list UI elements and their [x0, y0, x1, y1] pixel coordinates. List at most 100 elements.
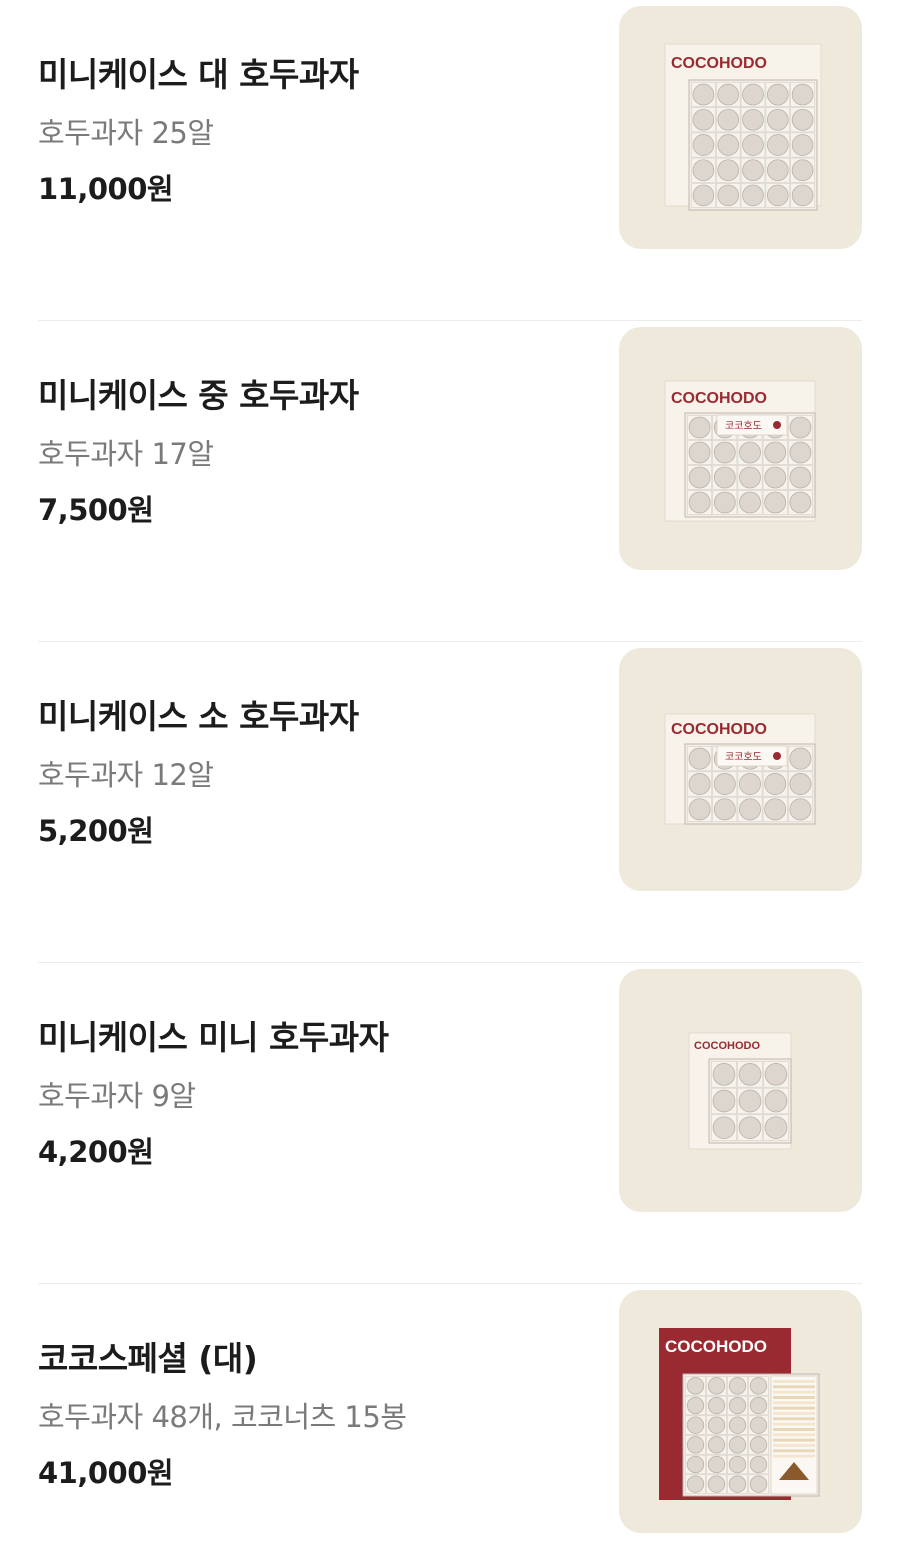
walnut-cake: [712, 1116, 736, 1139]
walnut-cake: [707, 1455, 726, 1474]
walnut-cake: [688, 491, 711, 514]
walnut-cake: [791, 83, 814, 106]
walnut-cake: [739, 491, 761, 514]
walnut-cake: [688, 416, 711, 439]
walnut-cake: [742, 184, 764, 207]
item-description: 호두과자 17알: [38, 437, 214, 471]
coconuts-bag: [773, 1422, 815, 1426]
item-price: 5,200원: [38, 814, 154, 848]
walnut-cake: [713, 491, 736, 514]
item-price: 41,000원: [38, 1456, 174, 1490]
coconuts-bag: [773, 1412, 815, 1415]
menu-list: 미니케이스 대 호두과자 호두과자 25알 11,000원 COCOHODO 미…: [0, 0, 900, 1560]
walnut-cake: [728, 1416, 747, 1434]
walnut-cake: [738, 1063, 762, 1086]
item-description: 호두과자 12알: [38, 758, 214, 792]
walnut-cake: [713, 798, 736, 821]
walnut-cake: [791, 184, 814, 207]
box-label: 코코호도: [725, 420, 762, 432]
item-name: 미니케이스 미니 호두과자: [38, 1018, 389, 1057]
coconuts-bag: [773, 1380, 815, 1383]
walnut-cake: [739, 441, 761, 464]
walnut-cake: [717, 108, 740, 131]
walnut-cake: [686, 1416, 705, 1434]
product-image[interactable]: COCOHODO: [619, 969, 862, 1212]
walnut-cake: [764, 1063, 788, 1086]
walnut-cake: [739, 773, 761, 795]
walnut-cake: [764, 441, 787, 464]
item-name: 코코스페셜 (대): [38, 1339, 258, 1378]
coconuts-bag: [773, 1406, 815, 1410]
walnut-cake: [688, 773, 711, 795]
walnut-cake: [791, 134, 814, 156]
walnut-cake: [789, 466, 812, 489]
product-box-illustration: COCOHODO 코코호도: [664, 713, 816, 825]
menu-item-coco-special-large[interactable]: 코코스페셜 (대) 호두과자 48개, 코코너츠 15봉 41,000원 COC…: [0, 1284, 900, 1560]
walnut-cake: [766, 108, 789, 131]
walnut-cake: [789, 441, 812, 464]
walnut-cake: [728, 1377, 747, 1395]
walnut-cake: [707, 1416, 726, 1434]
menu-item-small-case[interactable]: 미니케이스 소 호두과자 호두과자 12알 5,200원 COCOHODO 코코…: [0, 642, 900, 963]
coconuts-bag: [773, 1396, 815, 1399]
brand-logo: COCOHODO: [671, 55, 767, 72]
walnut-cake: [742, 83, 764, 106]
walnut-cake: [749, 1436, 768, 1454]
walnut-cake: [764, 466, 787, 489]
walnut-cake: [789, 416, 812, 439]
walnut-cake: [717, 134, 740, 156]
walnut-cake: [764, 491, 787, 514]
walnut-cake: [707, 1396, 726, 1415]
brand-logo: COCOHODO: [694, 1040, 760, 1052]
walnut-cake: [764, 1116, 788, 1139]
walnut-cake: [742, 108, 764, 131]
walnut-cake: [766, 83, 789, 106]
coconuts-bag: [773, 1390, 815, 1394]
walnut-cake: [707, 1377, 726, 1395]
walnut-cake: [692, 83, 715, 106]
coconuts-bags: [770, 1375, 818, 1495]
item-price: 11,000원: [38, 172, 174, 206]
product-image[interactable]: COCOHODO 코코호도: [619, 327, 862, 570]
walnut-cake: [728, 1436, 747, 1454]
walnut-cake: [738, 1089, 762, 1113]
walnut-cake: [688, 441, 711, 464]
walnut-cake: [791, 108, 814, 131]
walnut-cake: [742, 159, 764, 182]
brand-logo: COCOHODO: [671, 721, 767, 738]
walnut-cake: [738, 1116, 762, 1139]
product-image[interactable]: COCOHODO 코코호도: [619, 648, 862, 891]
walnut-cake: [692, 108, 715, 131]
product-box-illustration: COCOHODO: [688, 1032, 792, 1150]
menu-item-mini-case[interactable]: 미니케이스 미니 호두과자 호두과자 9알 4,200원 COCOHODO: [0, 963, 900, 1284]
walnut-cake: [789, 491, 812, 514]
product-image[interactable]: COCOHODO: [619, 1290, 862, 1533]
menu-item-large-case[interactable]: 미니케이스 대 호두과자 호두과자 25알 11,000원 COCOHODO: [0, 0, 900, 321]
walnut-cake: [728, 1475, 747, 1493]
coconuts-bag: [773, 1428, 815, 1431]
item-name: 미니케이스 대 호두과자: [38, 55, 359, 94]
walnut-cake: [707, 1475, 726, 1493]
walnut-cake: [688, 747, 711, 770]
item-name: 미니케이스 소 호두과자: [38, 697, 359, 736]
walnut-cake: [739, 798, 761, 821]
walnut-cake: [686, 1455, 705, 1474]
item-name: 미니케이스 중 호두과자: [38, 376, 359, 415]
walnut-cake: [688, 466, 711, 489]
walnut-cake: [713, 441, 736, 464]
walnut-cake: [728, 1396, 747, 1415]
walnut-cake: [749, 1475, 768, 1493]
product-image[interactable]: COCOHODO: [619, 6, 862, 249]
walnut-cake: [686, 1377, 705, 1395]
walnut-cake: [686, 1475, 705, 1493]
product-box-illustration: COCOHODO: [664, 43, 822, 211]
walnut-cake: [717, 184, 740, 207]
box-label: 코코호도: [725, 751, 762, 763]
walnut-cake: [749, 1377, 768, 1395]
walnut-cake: [688, 798, 711, 821]
walnut-cake: [764, 773, 787, 795]
menu-item-medium-case[interactable]: 미니케이스 중 호두과자 호두과자 17알 7,500원 COCOHODO 코코…: [0, 321, 900, 642]
walnut-cake: [692, 159, 715, 182]
coconuts-bag: [773, 1417, 815, 1421]
walnut-cake: [717, 159, 740, 182]
